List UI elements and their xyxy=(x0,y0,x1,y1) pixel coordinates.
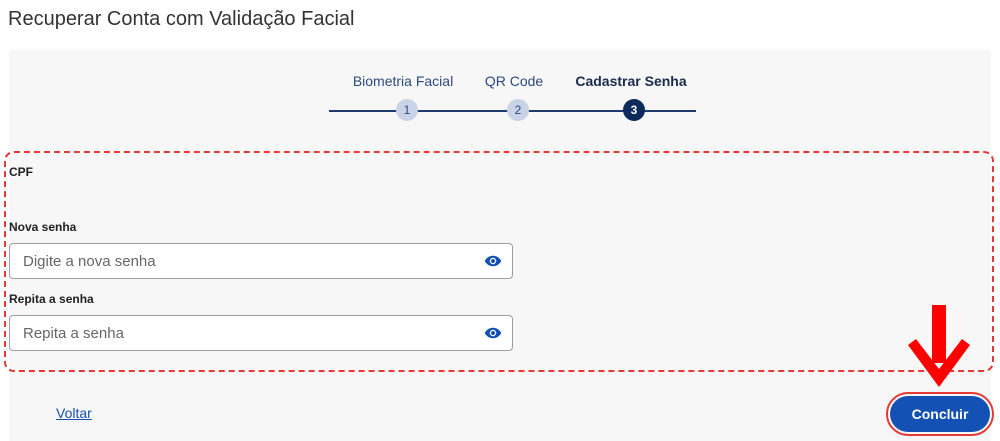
repeat-password-field xyxy=(9,315,513,351)
new-password-field xyxy=(9,243,513,279)
repeat-password-input[interactable] xyxy=(10,316,480,350)
step-circle-3[interactable]: 3 xyxy=(623,99,645,121)
repeat-password-label: Repita a senha xyxy=(9,292,94,306)
cpf-label: CPF xyxy=(9,165,33,179)
back-link[interactable]: Voltar xyxy=(56,405,92,421)
stepper: Biometria Facial 1 QR Code 2 Cadastrar S… xyxy=(0,0,1000,130)
new-password-label: Nova senha xyxy=(9,220,77,234)
step-label-qrcode: QR Code xyxy=(484,73,544,89)
step-circle-2[interactable]: 2 xyxy=(507,99,529,121)
step-label-biometria: Biometria Facial xyxy=(352,73,454,89)
conclude-button[interactable]: Concluir xyxy=(890,396,990,432)
new-password-input[interactable] xyxy=(10,244,480,278)
eye-icon[interactable] xyxy=(484,325,502,341)
step-circle-1[interactable]: 1 xyxy=(396,99,418,121)
arrow-down-icon xyxy=(908,305,970,387)
eye-icon[interactable] xyxy=(484,253,502,269)
step-label-cadastrar-senha: Cadastrar Senha xyxy=(575,73,687,89)
